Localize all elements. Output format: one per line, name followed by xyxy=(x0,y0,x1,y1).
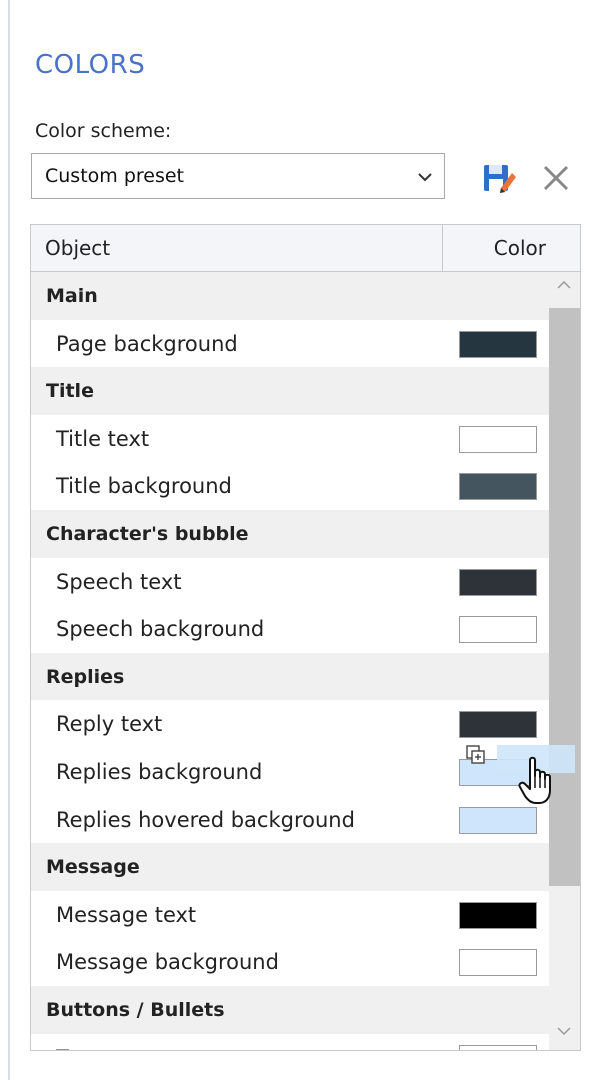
table-row[interactable]: Title text xyxy=(31,415,549,463)
color-swatch[interactable] xyxy=(459,616,537,644)
column-separator xyxy=(442,225,443,271)
color-scheme-selected-value: Custom preset xyxy=(45,165,185,187)
row-label: Replies hovered background xyxy=(56,807,355,832)
table-row[interactable]: Page background xyxy=(31,320,549,368)
group-row: Title xyxy=(31,367,549,415)
color-scheme-dropdown[interactable]: Custom preset xyxy=(31,153,445,199)
hand-cursor-icon xyxy=(518,756,551,804)
table-row[interactable]: Message background xyxy=(31,938,549,986)
row-label: Title background xyxy=(56,474,232,499)
color-swatch[interactable] xyxy=(459,568,537,596)
chevron-up-icon[interactable] xyxy=(557,280,571,290)
row-label: Replies background xyxy=(56,759,263,784)
group-row: Message xyxy=(31,843,549,891)
copy-plus-icon xyxy=(466,745,485,764)
row-label: Speech background xyxy=(56,617,265,642)
close-icon[interactable] xyxy=(540,162,572,194)
table-row[interactable]: Text xyxy=(31,1034,549,1051)
grid-rows: Main Page background Title Title text Title … xyxy=(31,272,549,1051)
group-row: Replies xyxy=(31,652,549,701)
group-label: Message xyxy=(46,856,140,879)
panel-left-border xyxy=(8,0,10,1080)
grid-header: Object Color xyxy=(31,225,580,272)
group-row: Main xyxy=(31,272,549,320)
color-swatch[interactable] xyxy=(459,1044,537,1050)
row-label: Page background xyxy=(56,331,238,356)
row-label: Reply text xyxy=(56,712,163,737)
table-row[interactable]: Message text xyxy=(31,891,549,939)
group-row: Character's bubble xyxy=(31,509,549,558)
color-swatch[interactable] xyxy=(459,949,537,977)
color-scheme-label: Color scheme: xyxy=(35,120,172,142)
color-swatch[interactable] xyxy=(459,806,537,834)
chevron-down-icon xyxy=(418,173,432,182)
group-label: Main xyxy=(46,285,98,307)
column-header-object[interactable]: Object xyxy=(45,236,110,260)
group-row: Buttons / Bullets xyxy=(31,985,549,1034)
table-row[interactable]: Replies hovered background xyxy=(31,796,549,844)
group-label: Title xyxy=(46,380,94,403)
group-label: Character's bubble xyxy=(46,522,249,545)
table-row[interactable]: Title background xyxy=(31,462,549,510)
vertical-scrollbar[interactable] xyxy=(549,272,580,1050)
section-title: COLORS xyxy=(35,50,146,80)
table-row[interactable]: Speech background xyxy=(31,605,549,653)
color-swatch[interactable] xyxy=(459,901,537,929)
table-row[interactable]: Reply text xyxy=(31,700,549,748)
color-swatch[interactable] xyxy=(459,425,537,453)
row-label: Message text xyxy=(56,902,197,927)
color-grid: Object Color Main Page background Title Tit… xyxy=(30,224,581,1051)
row-label: Message background xyxy=(56,950,279,975)
color-swatch[interactable] xyxy=(459,473,537,501)
color-swatch[interactable] xyxy=(459,711,537,739)
column-header-color[interactable]: Color xyxy=(494,236,546,260)
group-label: Buttons / Bullets xyxy=(46,998,225,1021)
group-label: Replies xyxy=(46,665,125,688)
row-label: Speech text xyxy=(56,569,182,594)
table-row[interactable]: Speech text xyxy=(31,558,549,606)
row-label: Title text xyxy=(56,426,150,451)
color-swatch[interactable] xyxy=(459,330,537,358)
row-label: Text xyxy=(56,1046,98,1051)
chevron-down-icon[interactable] xyxy=(557,1026,571,1036)
save-icon[interactable] xyxy=(482,162,516,194)
